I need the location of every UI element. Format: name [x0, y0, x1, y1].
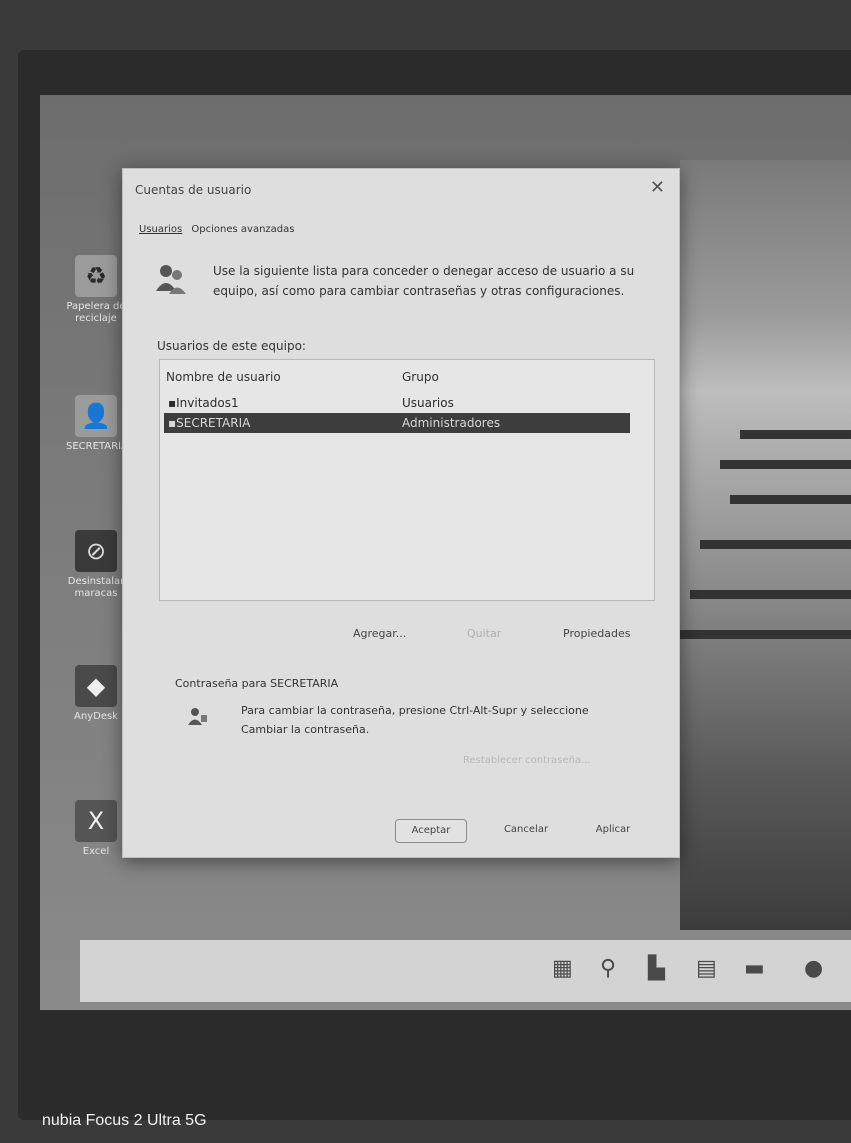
row-group: Usuarios: [402, 396, 454, 410]
add-button[interactable]: Agregar...: [353, 627, 406, 640]
password-instructions: Para cambiar la contraseña, presione Ctr…: [241, 704, 589, 736]
row-user-label: SECRETARIA: [176, 416, 251, 430]
tab-advanced-options[interactable]: Opciones avanzadas: [191, 224, 294, 235]
row-user-label: Invitados1: [176, 396, 239, 410]
store-icon[interactable]: ▬: [744, 956, 765, 981]
browser-icon[interactable]: ●: [804, 956, 823, 981]
user-accounts-dialog: Cuentas de usuario ✕ Usuarios Opciones a…: [122, 168, 680, 858]
dialog-title: Cuentas de usuario: [135, 183, 252, 197]
desktop-icon-anydesk[interactable]: ◆ AnyDesk: [66, 665, 126, 723]
photo-caption: nubia Focus 2 Ultra 5G: [42, 1112, 207, 1129]
desktop-icon-user-folder[interactable]: 👤 SECRETARIA: [66, 395, 128, 453]
desktop-icon-recycle-bin[interactable]: ♻ Papelera de reciclaje: [66, 255, 126, 325]
desktop-icon-uninstall[interactable]: ⊘ Desinstalar maracas: [66, 530, 126, 600]
ok-button[interactable]: Aceptar: [395, 819, 467, 843]
users-list[interactable]: Nombre de usuario Grupo ▪Invitados1 Usua…: [159, 359, 655, 601]
row-group: Administradores: [402, 416, 501, 430]
wallpaper-plank: [720, 460, 851, 469]
wallpaper-plank: [740, 430, 851, 439]
cancel-button[interactable]: Cancelar: [493, 819, 559, 841]
wallpaper-plank: [700, 540, 851, 549]
apply-button[interactable]: Aplicar: [583, 819, 643, 841]
taskview-icon[interactable]: ▙: [648, 956, 665, 981]
uninstall-icon: ⊘: [75, 530, 117, 572]
search-icon[interactable]: ⚲: [600, 956, 616, 981]
users-section-label: Usuarios de este equipo:: [157, 339, 306, 353]
user-icon: ▪: [168, 416, 177, 430]
tab-users[interactable]: Usuarios: [139, 224, 182, 235]
wallpaper-plank: [730, 495, 851, 504]
row-user-name: ▪Invitados1: [168, 393, 239, 413]
properties-button[interactable]: Propiedades: [563, 627, 630, 640]
users-icon: [156, 265, 186, 294]
close-icon[interactable]: ✕: [650, 177, 665, 198]
file-explorer-icon[interactable]: ▤: [696, 956, 717, 981]
user-icon: ▪: [168, 396, 177, 410]
wallpaper: [680, 160, 851, 930]
table-row-selected[interactable]: ▪SECRETARIA Administradores: [164, 413, 630, 433]
desktop-icon-excel[interactable]: X Excel: [66, 800, 126, 858]
user-folder-icon: 👤: [75, 395, 117, 437]
excel-icon: X: [75, 800, 117, 842]
column-header-user[interactable]: Nombre de usuario: [166, 370, 281, 384]
reset-password-button[interactable]: Restablecer contraseña...: [463, 755, 591, 766]
intro-text: Use la siguiente lista para conceder o d…: [213, 264, 635, 298]
recycle-bin-icon: ♻: [75, 255, 117, 297]
windows-start-icon[interactable]: ▦: [552, 956, 573, 981]
row-user-name: ▪SECRETARIA: [168, 413, 250, 433]
wallpaper-plank: [690, 590, 851, 599]
password-section-label: Contraseña para SECRETARIA: [175, 677, 339, 690]
dialog-tabs: Usuarios Opciones avanzadas: [139, 224, 300, 235]
remove-button[interactable]: Quitar: [467, 627, 501, 640]
table-row[interactable]: ▪Invitados1 Usuarios: [164, 393, 630, 413]
anydesk-icon: ◆: [75, 665, 117, 707]
wallpaper-plank: [680, 630, 851, 639]
dialog-titlebar[interactable]: Cuentas de usuario ✕: [123, 169, 679, 211]
column-header-group[interactable]: Grupo: [402, 370, 439, 384]
taskbar: ▦ ⚲ ▙ ▤ ▬ ●: [80, 940, 851, 1002]
password-user-icon: [188, 708, 207, 725]
